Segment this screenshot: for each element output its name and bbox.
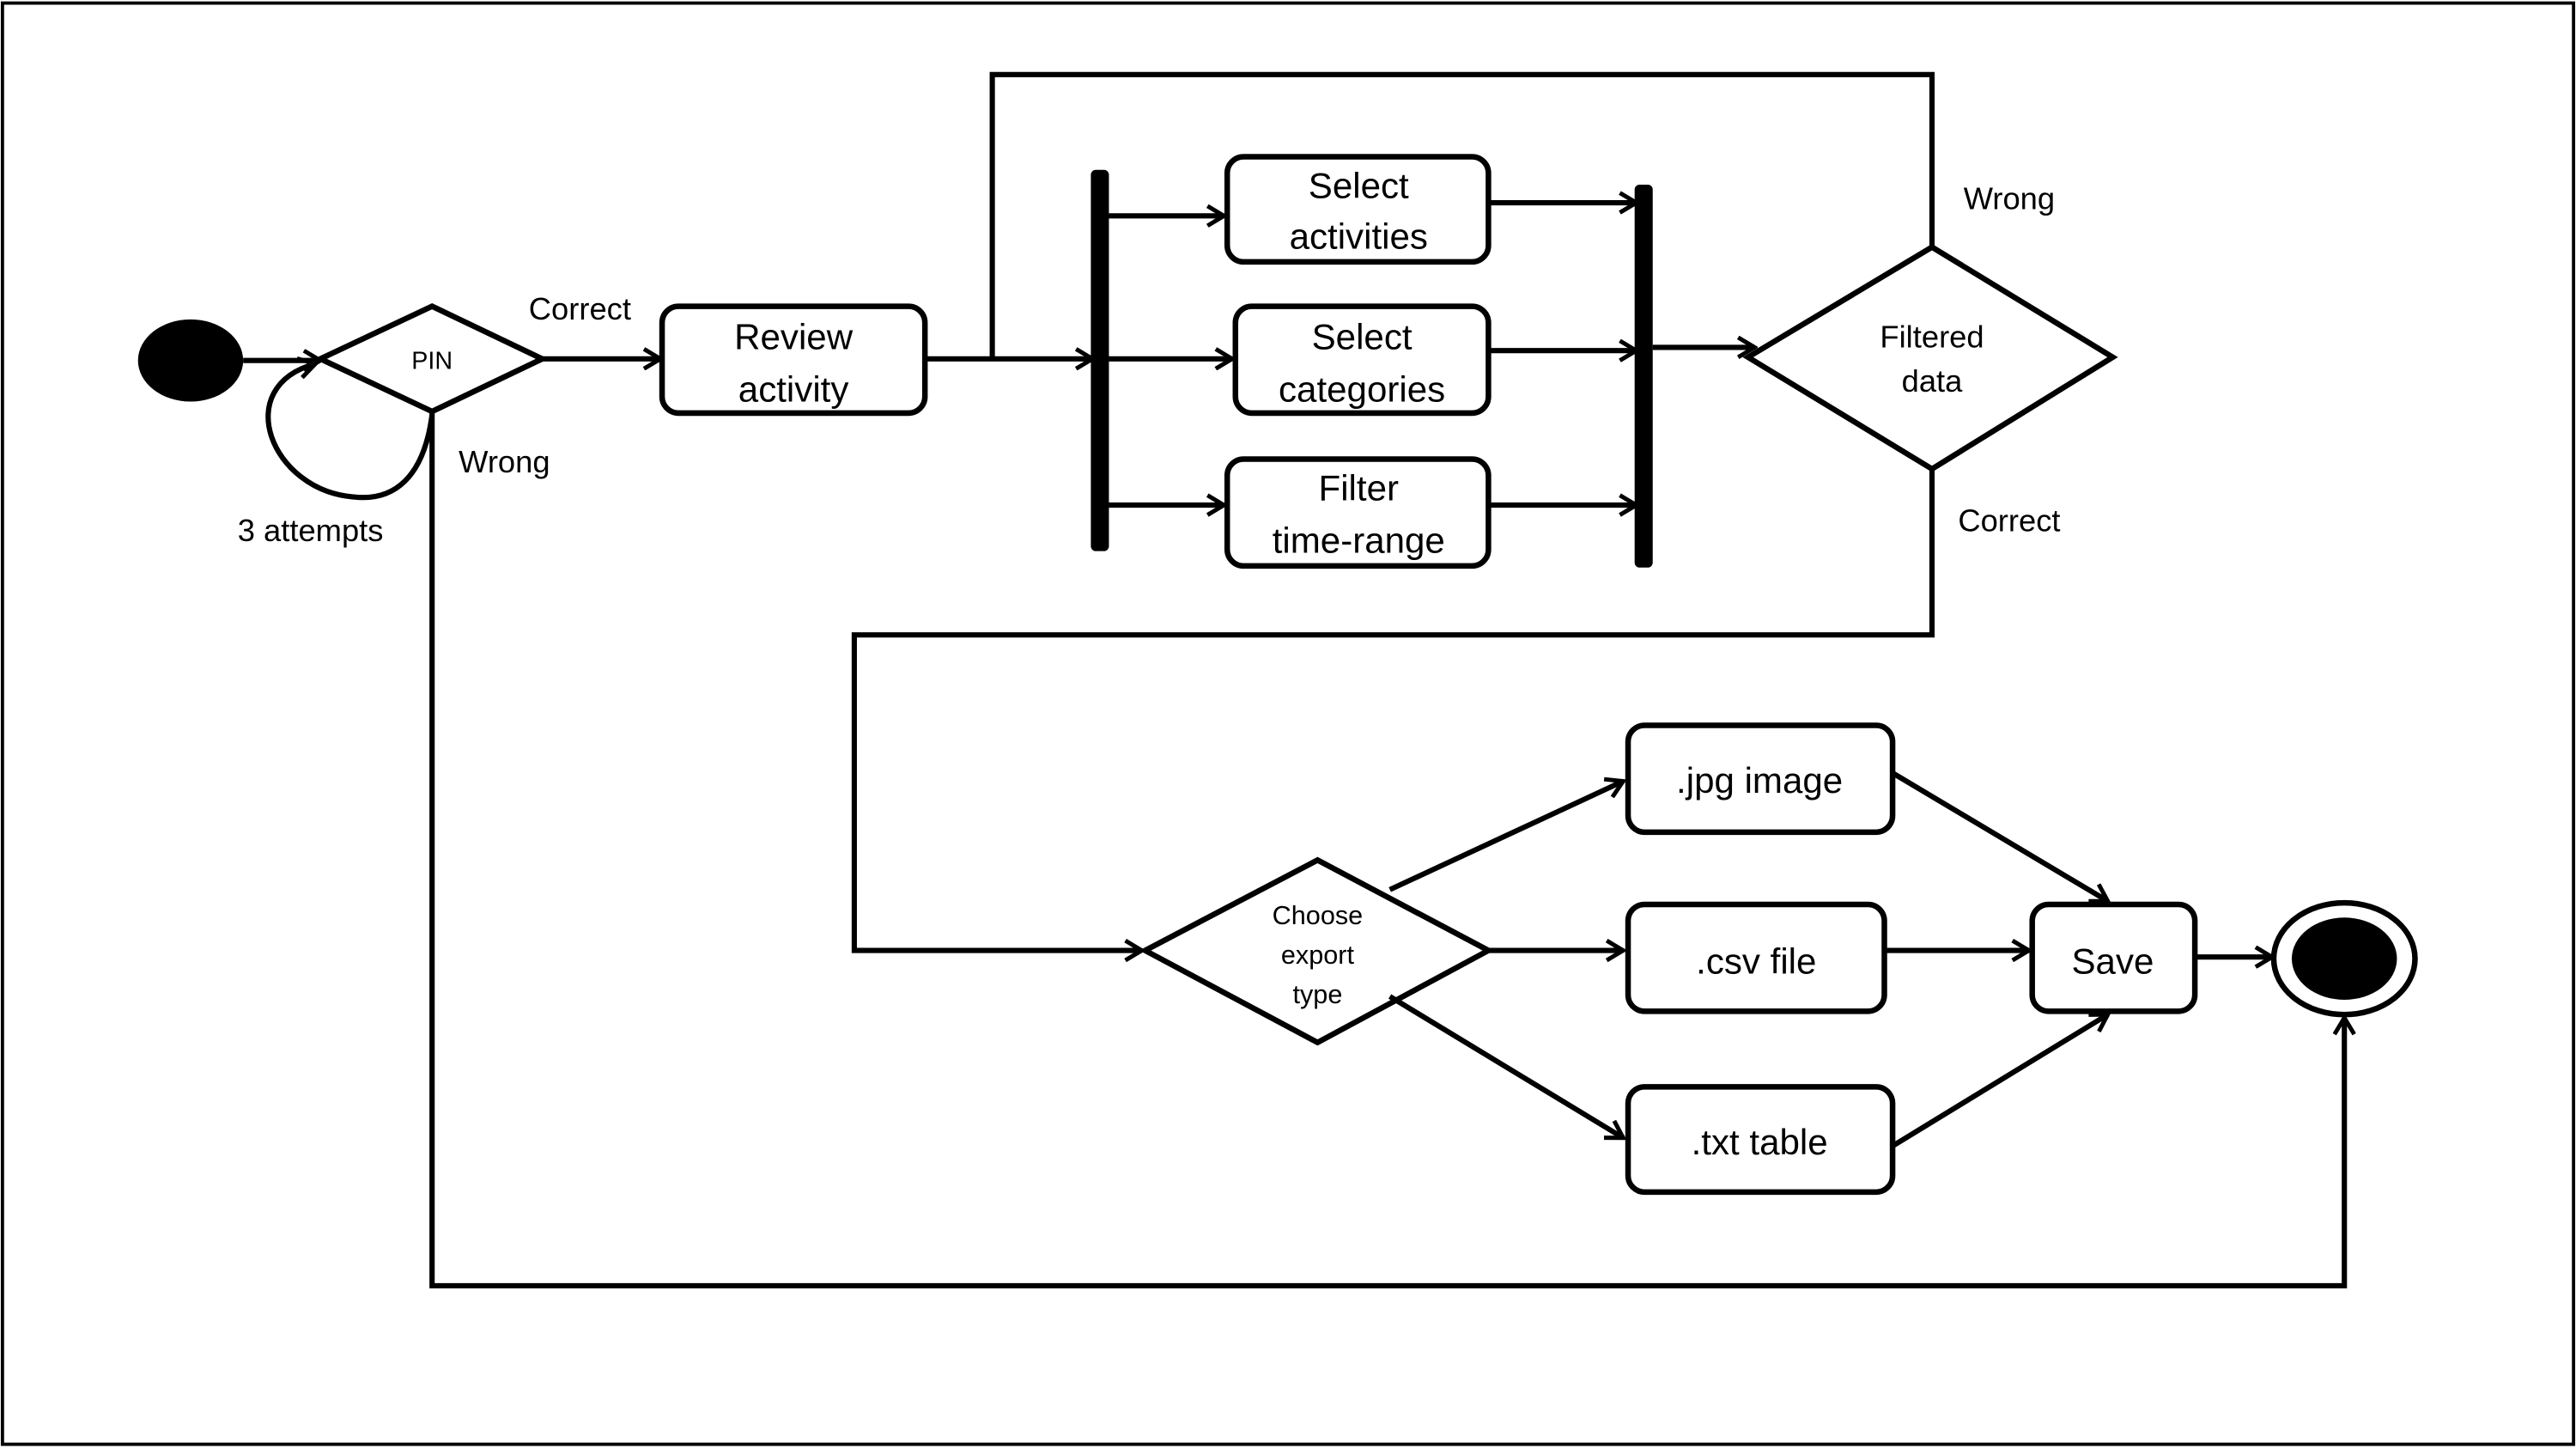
activity-select-activities-label-2: activities <box>1290 216 1428 257</box>
decision-pin-label: PIN <box>411 347 453 374</box>
guard-filter-wrong: Wrong <box>1964 181 2055 216</box>
activity-review-label-1: Review <box>734 316 854 356</box>
activity-select-categories-label-1: Select <box>1312 316 1413 356</box>
activity-diagram: PIN 3 attempts Correct Wrong Review acti… <box>0 1 2576 1446</box>
fork-bar <box>1091 169 1109 551</box>
activity-filter-time-range-label-1: Filter <box>1319 467 1400 508</box>
activity-filter-time-range-label-2: time-range <box>1273 521 1445 561</box>
guard-filter-correct: Correct <box>1958 503 2060 539</box>
activity-save-label: Save <box>2071 941 2154 981</box>
final-node <box>2292 917 2397 1000</box>
join-bar <box>1634 184 1653 568</box>
activity-select-categories-label-2: categories <box>1279 369 1445 410</box>
guard-pin-loop: 3 attempts <box>238 513 384 548</box>
activity-csv-file-label: .csv file <box>1696 941 1816 981</box>
activity-jpg-image-label: .jpg image <box>1676 760 1843 801</box>
guard-pin-correct: Correct <box>529 291 631 326</box>
decision-export-type-label-2: export <box>1281 941 1355 970</box>
activity-review-label-2: activity <box>738 369 849 410</box>
decision-filtered-data-label-2: data <box>1902 363 1964 399</box>
activity-select-activities-label-1: Select <box>1309 165 1409 205</box>
initial-node <box>137 319 244 402</box>
guard-pin-wrong: Wrong <box>459 444 550 479</box>
decision-export-type-label-3: type <box>1293 980 1343 1009</box>
activity-txt-table-label: .txt table <box>1692 1122 1828 1162</box>
decision-export-type-label-1: Choose <box>1273 901 1364 930</box>
decision-filtered-data-label-1: Filtered <box>1880 319 1984 354</box>
